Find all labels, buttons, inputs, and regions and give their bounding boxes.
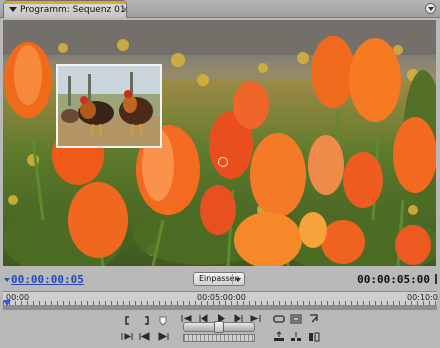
- safe-margins-icon[interactable]: [289, 312, 303, 325]
- panel-tab-strip: Programm: Sequenz 01 ×: [0, 0, 440, 18]
- ruler-ticks: [3, 301, 437, 305]
- shuttle-slider[interactable]: [183, 321, 255, 333]
- shuttle-knob[interactable]: [214, 321, 224, 333]
- program-monitor-video[interactable]: [3, 20, 436, 266]
- work-area-bar[interactable]: [3, 306, 437, 310]
- play-in-to-out-icon[interactable]: [120, 330, 134, 343]
- duration-timecode: 00:00:05:00: [357, 273, 430, 286]
- out-point-marker: [435, 274, 437, 284]
- trim-icon[interactable]: [307, 330, 321, 343]
- extract-icon[interactable]: [289, 330, 303, 343]
- tab-close-icon[interactable]: ×: [122, 5, 129, 14]
- output-icon[interactable]: [307, 312, 321, 325]
- current-timecode[interactable]: 00:00:00:05: [11, 273, 84, 286]
- time-ruler[interactable]: 00:00 00:05:00:00 00:10:0: [3, 291, 438, 306]
- jog-wheel[interactable]: [183, 334, 255, 342]
- chickens-image: [58, 66, 160, 146]
- tab-title: Programm: Sequenz 01: [20, 5, 126, 15]
- go-to-next-edit-icon[interactable]: [156, 330, 170, 343]
- mouse-cursor-marker: [218, 157, 228, 167]
- chevron-down-icon: [232, 274, 242, 284]
- set-marker-icon[interactable]: [156, 314, 170, 327]
- tab-program-monitor[interactable]: Programm: Sequenz 01 ×: [3, 0, 129, 18]
- tab-dropdown-icon[interactable]: [9, 7, 17, 12]
- mark-in-icon[interactable]: [120, 314, 134, 327]
- zoom-level-select[interactable]: Einpassen: [193, 272, 245, 286]
- lift-icon[interactable]: [272, 330, 286, 343]
- timecode-bar: 00:00:00:05 Einpassen 00:00:05:00: [0, 269, 440, 291]
- tab-accent-bar: [4, 1, 126, 4]
- go-to-previous-edit-icon[interactable]: [138, 330, 152, 343]
- playhead-indicator-icon: [4, 278, 10, 282]
- loop-icon[interactable]: [272, 312, 286, 325]
- picture-in-picture-overlay[interactable]: [56, 64, 162, 148]
- panel-menu-icon[interactable]: [425, 3, 436, 14]
- mark-out-icon[interactable]: [140, 314, 154, 327]
